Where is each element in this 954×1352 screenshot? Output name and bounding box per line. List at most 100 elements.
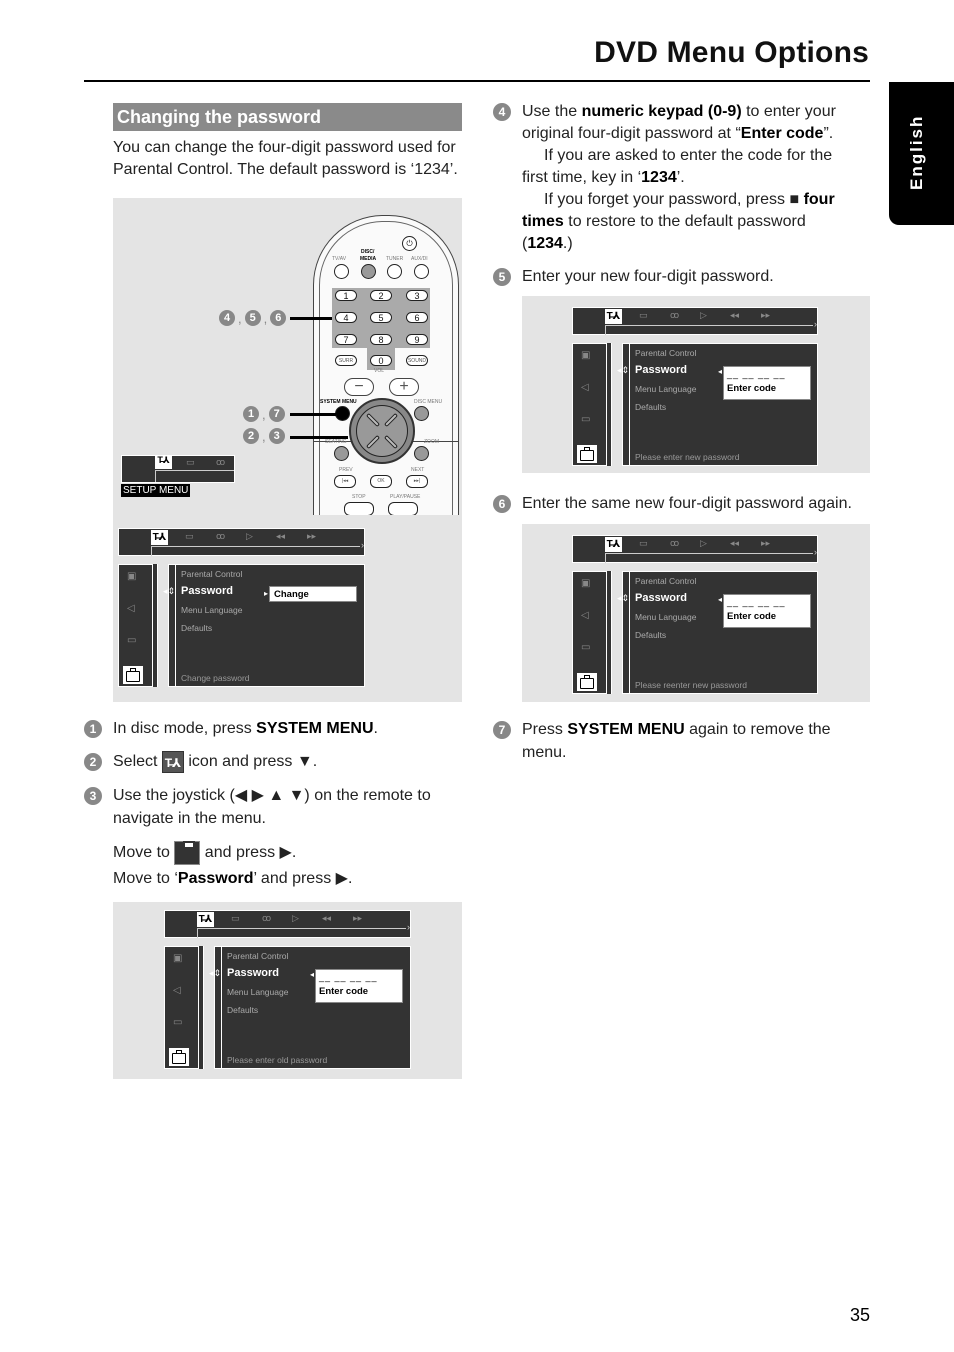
step-7: 7 Press SYSTEM MENU again to remove the … [493, 718, 873, 766]
title-rule [84, 80, 870, 82]
joystick [349, 398, 415, 464]
label-tuner: TUNER [386, 256, 404, 262]
menu-item[interactable]: Menu Language [227, 987, 288, 997]
menu-item[interactable]: Parental Control [635, 348, 696, 358]
prev-button: |◂◂ [334, 475, 356, 488]
enter-code-field[interactable]: ◂ __ __ __ __ Enter code [718, 594, 811, 628]
key-0: 0 [370, 355, 392, 366]
top-menu-icon: ▭ [639, 538, 648, 548]
subtitle-icon: ▭ [127, 635, 137, 646]
menu-content: Parental Control Password Menu Language Def… [163, 564, 365, 687]
ok-button: OK [370, 475, 392, 488]
label-play-pause: PLAY/PAUSE [390, 494, 421, 500]
picture-icon: ▣ [173, 953, 183, 964]
change-option[interactable]: ▸ Change [264, 586, 357, 602]
callout-system-menu: 1, 7 [243, 406, 285, 422]
menu-item[interactable]: Defaults [635, 630, 666, 640]
step-6: 6 Enter the same new four-digit password… [493, 492, 873, 516]
page-title: DVD Menu Options [594, 36, 869, 69]
section-heading: Changing the password [113, 103, 462, 131]
setup-tools-icon: T̶⅄ [197, 912, 214, 927]
top-menu-icon: ꝏ [670, 310, 680, 320]
disc-media-button [361, 264, 376, 279]
surr-button: SURR [335, 355, 357, 366]
subtitle-icon: ▭ [581, 414, 591, 425]
menu-item[interactable]: Password [635, 364, 687, 376]
play-pause-button [388, 502, 418, 515]
label-tv-av: TV/AV [332, 256, 347, 262]
step-1: 1 In disc mode, press SYSTEM MENU. [84, 717, 464, 741]
menu-item[interactable]: Menu Language [181, 605, 242, 615]
picture-icon: ▣ [581, 578, 591, 589]
menu-item[interactable]: Parental Control [181, 569, 242, 579]
top-menu-icon: ▸▸ [761, 538, 771, 548]
briefcase-icon [174, 841, 201, 865]
top-menu-icon: ◂◂ [322, 913, 332, 923]
menu-item[interactable]: Password [635, 592, 687, 604]
zoom-button [414, 446, 429, 461]
enter-code-field[interactable]: ◂ __ __ __ __ Enter code [310, 969, 403, 1003]
stop-button [344, 502, 374, 515]
top-menu-icon: ▷ [700, 538, 707, 548]
label-seating: SEATING [325, 439, 347, 445]
menu-item[interactable]: Parental Control [227, 951, 288, 961]
picture-icon: ▣ [127, 571, 137, 582]
key-3: 3 [406, 290, 428, 301]
key-5: 5 [370, 312, 392, 323]
briefcase-icon [577, 445, 597, 463]
menu-content: Parental Control Password Menu Language Def… [617, 571, 818, 694]
menu-item[interactable]: Defaults [181, 623, 212, 633]
step-4: 4 Use the numeric keypad (0-9) to enter … [493, 100, 873, 260]
menu-screen-old-password: T̶⅄ ▭ ꝏ ▷ ◂◂ ▸▸ › ▣ ◁ ▭ Parental Control Password Me… [164, 910, 411, 1069]
language-tab: English [889, 82, 954, 225]
up-down-icon: ◂⇕ [163, 586, 176, 596]
callout-joystick: 2, 3 [243, 428, 285, 444]
power-button: ⏻ [402, 236, 417, 251]
status-text: Please reenter new password [635, 680, 747, 690]
speaker-icon: ◁ [127, 603, 135, 614]
subtitle-icon: ▭ [173, 1017, 183, 1028]
tools-icon: T̶⅄ [161, 750, 184, 773]
menu-item[interactable]: Password [227, 967, 279, 979]
menu-item[interactable]: Password [181, 585, 233, 597]
setup-menu-label: SETUP MENU [121, 484, 191, 497]
page-number: 35 [850, 1305, 871, 1325]
menu-top-bar: T̶⅄ ▭ ꝏ ▷ ◂◂ ▸▸ › [164, 910, 411, 938]
language-tab-label: English [907, 114, 926, 190]
top-menu-icon: ▭ [185, 531, 194, 541]
remote-control: ⏻ TV/AV DISC/ MEDIA TUNER AUX/DI 1 2 3 4… [313, 215, 459, 515]
next-button: ▸▸| [406, 475, 428, 488]
key-8: 8 [370, 334, 392, 345]
label-stop: STOP [352, 494, 366, 500]
setup-tools-icon: T̶⅄ [605, 309, 622, 324]
label-vol: VOL [374, 368, 385, 374]
tuner-button [387, 264, 402, 279]
aux-button [414, 264, 429, 279]
top-menu-icon: ◂◂ [730, 538, 740, 548]
chevron-right-icon: › [814, 547, 817, 557]
status-text: Please enter new password [635, 452, 740, 462]
setup-tools-icon: T̶⅄ [605, 537, 622, 552]
top-menu-icon: ▭ [231, 913, 240, 923]
speaker-icon: ◁ [581, 610, 589, 621]
menu-item[interactable]: Defaults [635, 402, 666, 412]
label-system-menu: SYSTEM MENU [320, 399, 357, 405]
menu-item[interactable]: Menu Language [635, 384, 696, 394]
key-7: 7 [335, 334, 357, 345]
callout-keypad: 4, 5, 6 [219, 310, 287, 326]
top-menu-icon: ◂◂ [730, 310, 740, 320]
menu-top-bar: T̶⅄ ▭ ꝏ ▷ ◂◂ ▸▸ › [118, 528, 365, 556]
label-disc-menu: DISC MENU [414, 399, 443, 405]
enter-code-field[interactable]: ◂ __ __ __ __ Enter code [718, 366, 811, 400]
system-menu-button [335, 406, 350, 421]
briefcase-icon [123, 666, 143, 684]
menu-item[interactable]: Menu Language [635, 612, 696, 622]
up-down-icon: ◂⇕ [617, 365, 630, 375]
key-9: 9 [406, 334, 428, 345]
setup-tools-icon: T̶⅄ [151, 530, 168, 545]
seating-button [334, 446, 349, 461]
chevron-right-icon: › [361, 540, 364, 550]
label-disc: DISC/ [361, 249, 375, 255]
menu-item[interactable]: Parental Control [635, 576, 696, 586]
menu-item[interactable]: Defaults [227, 1005, 258, 1015]
